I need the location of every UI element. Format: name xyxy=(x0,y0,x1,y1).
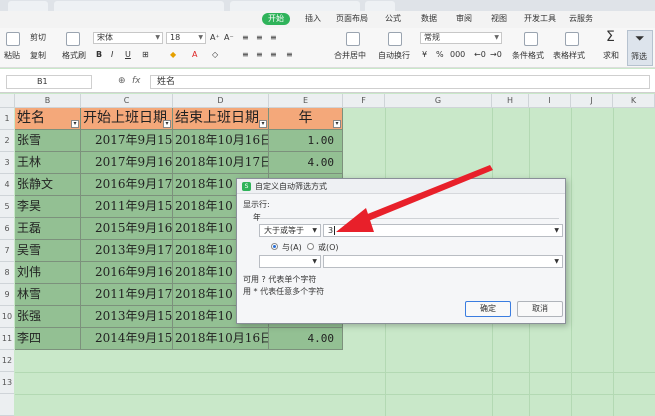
arrow-head xyxy=(336,208,374,232)
arrow-shaft xyxy=(350,165,493,226)
annotation-arrow-icon xyxy=(336,165,493,232)
